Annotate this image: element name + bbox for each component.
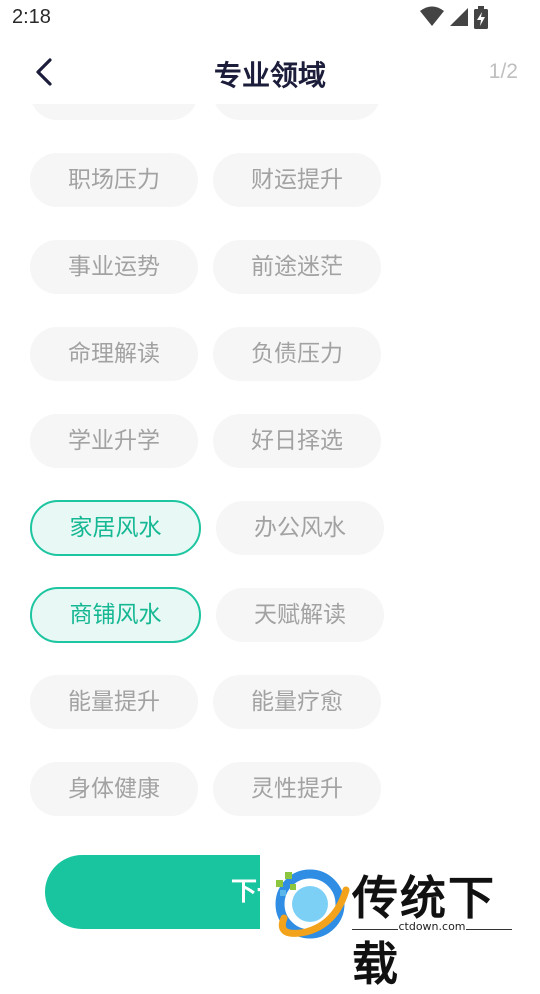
tag-item[interactable]: 能量提升 — [30, 675, 198, 729]
tag-label: 事业运势 — [68, 254, 160, 280]
tag-label: 职场压力 — [68, 167, 160, 193]
tag-item[interactable]: 能量疗愈 — [213, 675, 381, 729]
tag-item[interactable]: 负债压力 — [213, 327, 381, 381]
tag-item[interactable]: 学业升学 — [30, 414, 198, 468]
tag-label: 办公风水 — [254, 515, 346, 541]
signal-icon — [450, 8, 468, 26]
tag-label: 学业升学 — [68, 428, 160, 454]
tag-label: 命理解读 — [68, 341, 160, 367]
tag-item[interactable]: 职场压力 — [30, 153, 198, 207]
header: 专业领域 1/2 — [0, 40, 540, 104]
tag-item[interactable] — [213, 104, 381, 120]
ctdown-logo-icon — [275, 869, 350, 939]
watermark: 传统下载 ctdown.com — [260, 850, 540, 991]
battery-charging-icon — [474, 6, 488, 29]
tag-item[interactable]: 命理解读 — [30, 327, 198, 381]
tag-label: 天赋解读 — [254, 602, 346, 628]
tag-label: 灵性提升 — [251, 776, 343, 802]
tag-item[interactable]: 身体健康 — [30, 762, 198, 816]
status-time: 2:18 — [12, 6, 51, 28]
tag-label: 好日择选 — [251, 428, 343, 454]
tag-item[interactable]: 好日择选 — [213, 414, 381, 468]
tag-label: 身体健康 — [68, 776, 160, 802]
tag-item[interactable]: 办公风水 — [216, 501, 384, 555]
tag-label: 负债压力 — [251, 341, 343, 367]
status-icons — [420, 6, 500, 30]
tag-label: 财运提升 — [251, 167, 343, 193]
tag-item[interactable]: 天赋解读 — [216, 588, 384, 642]
tag-label: 前途迷茫 — [251, 254, 343, 280]
page-counter: 1/2 — [488, 60, 518, 83]
watermark-url: ctdown.com — [398, 920, 466, 933]
tag-item[interactable]: 灵性提升 — [213, 762, 381, 816]
status-bar: 2:18 — [0, 0, 540, 36]
tag-grid: 职场压力 财运提升 事业运势 前途迷茫 命理解读 负债压力 学业升学 好日择选 … — [0, 104, 540, 840]
tag-label: 家居风水 — [69, 515, 162, 541]
tag-item[interactable]: 财运提升 — [213, 153, 381, 207]
tag-item[interactable]: 前途迷茫 — [213, 240, 381, 294]
page-title: 专业领域 — [213, 59, 326, 92]
watermark-divider-right — [466, 929, 512, 930]
tag-item-selected[interactable]: 商铺风水 — [30, 587, 201, 643]
tag-label: 能量提升 — [68, 689, 160, 715]
tag-item[interactable]: 事业运势 — [30, 240, 198, 294]
tag-item-selected[interactable]: 家居风水 — [30, 500, 201, 556]
tag-label: 能量疗愈 — [251, 689, 343, 715]
tag-item[interactable] — [30, 104, 198, 120]
wifi-icon — [420, 6, 444, 26]
tag-label: 商铺风水 — [69, 602, 162, 628]
